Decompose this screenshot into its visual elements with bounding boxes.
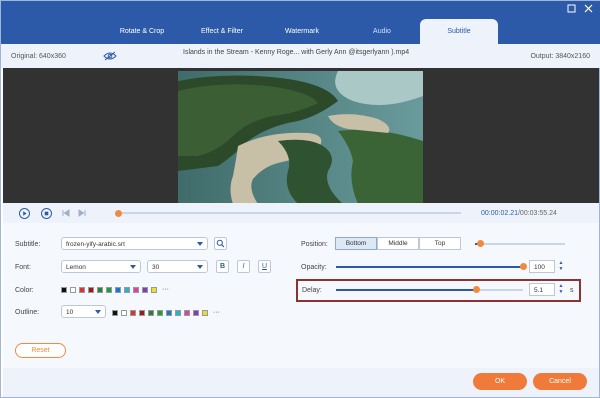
color-swatch[interactable] (97, 286, 103, 293)
subtitle-file-select[interactable]: frozen-yify-arabic.srt (61, 237, 208, 250)
chevron-down-icon (197, 265, 203, 269)
delay-slider-fill (336, 289, 476, 291)
position-label: Position: (301, 241, 328, 248)
font-label: Font: (15, 264, 31, 271)
chevron-down-icon (197, 242, 203, 246)
outline-swatch[interactable] (112, 309, 118, 316)
delay-value: 5.1 (534, 287, 544, 294)
restore-icon[interactable] (566, 4, 576, 14)
delay-input[interactable]: 5.1 (529, 283, 555, 296)
color-swatch[interactable] (142, 286, 148, 293)
tab-watermark[interactable]: Watermark (266, 28, 338, 35)
chevron-down-icon (130, 265, 136, 269)
tab-subtitle[interactable]: Subtitle (420, 19, 498, 44)
outline-swatch[interactable] (157, 309, 163, 316)
outline-swatch[interactable] (148, 309, 154, 316)
subtitle-file-value: frozen-yify-arabic.srt (66, 241, 125, 248)
ok-button[interactable]: OK (473, 373, 527, 390)
delay-unit: s (570, 287, 574, 294)
current-time: 00:00:02.21 (481, 210, 518, 217)
color-swatch[interactable] (70, 286, 76, 293)
reset-button[interactable]: Reset (15, 343, 66, 358)
position-top-button[interactable]: Top (419, 237, 461, 250)
video-frame (178, 71, 423, 204)
previous-frame-icon[interactable] (61, 208, 71, 220)
player-controls: 00:00:02.21/00:03:55.24 (3, 203, 599, 223)
color-swatch[interactable] (61, 286, 67, 293)
outline-swatch[interactable] (175, 309, 181, 316)
play-icon[interactable] (19, 208, 30, 219)
outline-swatch[interactable] (166, 309, 172, 316)
footer-bar: OK Cancel (3, 368, 599, 397)
color-more-icon[interactable]: ··· (162, 286, 169, 293)
italic-button[interactable]: I (237, 260, 250, 273)
progress-track[interactable] (115, 209, 461, 217)
outline-swatch[interactable] (139, 309, 145, 316)
font-size-value: 30 (152, 264, 160, 271)
position-slider-handle[interactable] (477, 240, 484, 247)
eye-hidden-icon[interactable] (103, 51, 117, 63)
video-editor-window: Rotate & Crop Effect & Filter Watermark … (0, 0, 600, 398)
color-swatch[interactable] (133, 286, 139, 293)
original-resolution: Original: 640x360 (11, 53, 66, 60)
outline-more-icon[interactable]: ··· (213, 309, 220, 316)
color-swatch[interactable] (151, 286, 157, 293)
opacity-label: Opacity: (301, 264, 327, 271)
outline-label: Outline: (15, 309, 40, 316)
close-icon[interactable] (583, 4, 593, 14)
outline-swatch[interactable] (121, 309, 127, 316)
tab-bar: Rotate & Crop Effect & Filter Watermark … (1, 1, 600, 44)
file-name: Islands in the Stream - Kenny Roge... wi… (183, 49, 410, 56)
bold-button[interactable]: B (216, 260, 229, 273)
font-family-select[interactable]: Lemon (61, 260, 141, 273)
delay-stepper[interactable]: ▲ ▼ (557, 283, 565, 296)
outline-swatch[interactable] (184, 309, 190, 316)
tab-audio[interactable]: Audio (346, 28, 418, 35)
opacity-input[interactable]: 100 (529, 260, 555, 273)
color-swatch[interactable] (88, 286, 94, 293)
color-swatch[interactable] (79, 286, 85, 293)
color-swatch[interactable] (124, 286, 130, 293)
outline-swatch[interactable] (193, 309, 199, 316)
stop-icon[interactable] (41, 208, 52, 219)
subtitle-label: Subtitle: (15, 241, 41, 248)
opacity-value: 100 (534, 264, 545, 271)
position-slider-track[interactable] (475, 243, 565, 245)
outline-swatch[interactable] (130, 309, 136, 316)
delay-label: Delay: (302, 287, 322, 294)
time-display: 00:00:02.21/00:03:55.24 (481, 210, 557, 217)
outline-width-value: 10 (66, 309, 74, 316)
subtitle-settings: Subtitle: frozen-yify-arabic.srt Font: L… (3, 223, 599, 368)
search-icon (216, 239, 225, 248)
outline-swatch[interactable] (202, 309, 208, 316)
font-family-value: Lemon (66, 264, 86, 271)
search-subtitle-button[interactable] (214, 237, 227, 250)
tab-rotate-crop[interactable]: Rotate & Crop (106, 28, 178, 35)
opacity-stepper[interactable]: ▲ ▼ (557, 260, 565, 273)
color-label: Color: (15, 287, 34, 294)
underline-button[interactable]: U (258, 260, 271, 273)
color-swatch[interactable] (115, 286, 121, 293)
cancel-button[interactable]: Cancel (533, 373, 587, 390)
outline-color-palette: ··· (112, 309, 220, 316)
opacity-slider-handle[interactable] (520, 263, 527, 270)
chevron-down-icon (95, 310, 101, 314)
info-bar: Original: 640x360 Islands in the Stream … (1, 44, 600, 68)
color-swatch[interactable] (106, 286, 112, 293)
total-time: /00:03:55.24 (517, 210, 557, 217)
tab-effect-filter[interactable]: Effect & Filter (186, 28, 258, 35)
progress-handle[interactable] (115, 209, 122, 217)
position-bottom-button[interactable]: Bottom (335, 237, 377, 250)
font-size-select[interactable]: 30 (147, 260, 208, 273)
outline-width-select[interactable]: 10 (61, 305, 106, 318)
opacity-slider-fill (336, 266, 523, 268)
output-resolution: Output: 3840x2160 (530, 53, 590, 60)
next-frame-icon[interactable] (77, 208, 87, 220)
position-middle-button[interactable]: Middle (377, 237, 419, 250)
color-palette: ··· (61, 286, 169, 293)
delay-slider-handle[interactable] (473, 286, 480, 293)
